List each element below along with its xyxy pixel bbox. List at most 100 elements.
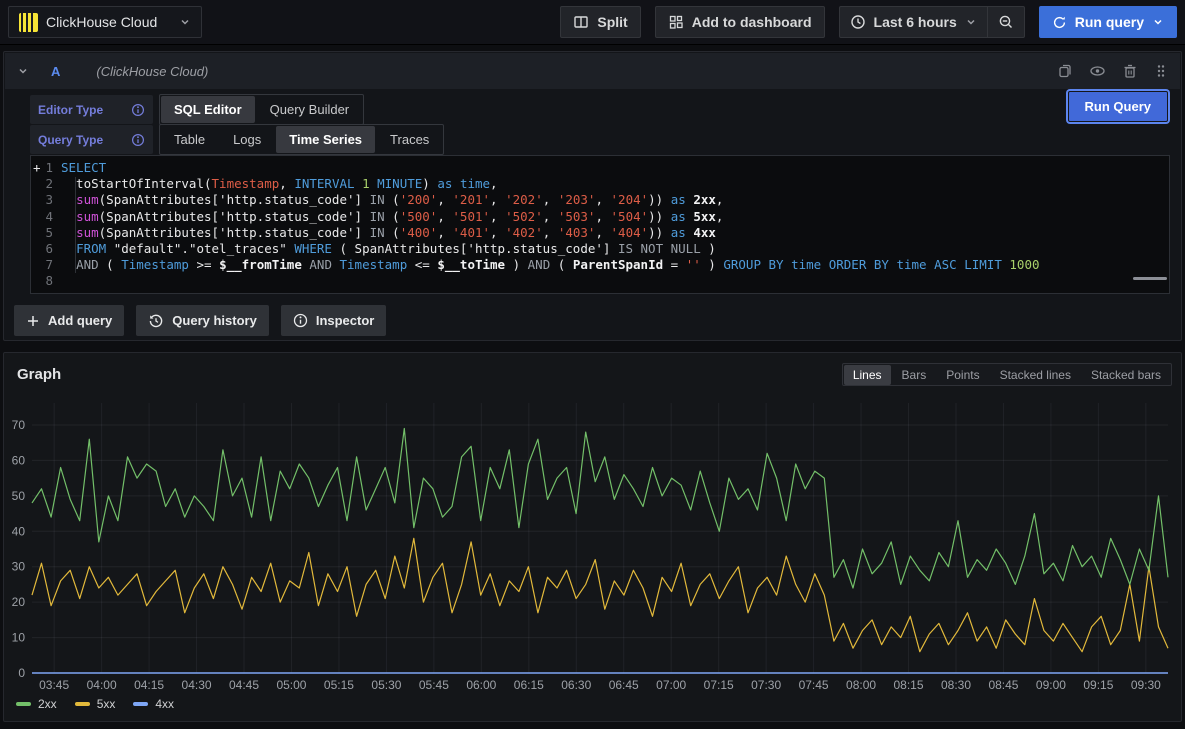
query-history-label: Query history bbox=[172, 313, 257, 328]
line-number: 2 bbox=[31, 176, 61, 192]
query-row-header[interactable]: A (ClickHouse Cloud) bbox=[5, 53, 1180, 89]
legend-item-5xx[interactable]: 5xx bbox=[75, 697, 116, 711]
chart-legend: 2xx 5xx 4xx bbox=[16, 697, 174, 711]
split-label: Split bbox=[597, 14, 627, 30]
sql-code-line[interactable]: 3 sum(SpanAttributes['http.status_code']… bbox=[31, 192, 1169, 208]
query-editor-panel: A (ClickHouse Cloud) Editor Type SQL Edi… bbox=[3, 51, 1182, 341]
tab-traces[interactable]: Traces bbox=[377, 126, 442, 153]
legend-item-4xx[interactable]: 4xx bbox=[133, 697, 174, 711]
sql-code-text: FROM "default"."otel_traces" WHERE ( Spa… bbox=[61, 241, 1169, 257]
info-icon[interactable] bbox=[131, 103, 145, 117]
x-axis-tick-label: 09:00 bbox=[1036, 678, 1066, 692]
series-line-2xx[interactable] bbox=[32, 429, 1168, 589]
sql-code-text: toStartOfInterval(Timestamp, INTERVAL 1 … bbox=[61, 176, 1169, 192]
x-axis-tick-label: 05:45 bbox=[419, 678, 449, 692]
horizontal-scrollbar[interactable] bbox=[1133, 277, 1167, 280]
legend-color-pill bbox=[16, 702, 31, 706]
inspector-button[interactable]: Inspector bbox=[281, 305, 387, 336]
hide-response-eye-icon[interactable] bbox=[1089, 63, 1106, 79]
plus-icon bbox=[26, 314, 40, 328]
query-type-label: Query Type bbox=[38, 133, 131, 147]
sql-code-text: sum(SpanAttributes['http.status_code'] I… bbox=[61, 225, 1169, 241]
editor-type-segmented: SQL Editor Query Builder bbox=[159, 94, 364, 125]
x-axis-tick-label: 07:30 bbox=[751, 678, 781, 692]
y-axis-tick-label: 70 bbox=[12, 418, 25, 432]
editor-type-label: Editor Type bbox=[38, 103, 131, 117]
x-axis-tick-label: 07:45 bbox=[799, 678, 829, 692]
line-number: 4 bbox=[31, 209, 61, 225]
query-history-button[interactable]: Query history bbox=[136, 305, 269, 336]
history-icon bbox=[148, 313, 164, 329]
tab-logs[interactable]: Logs bbox=[220, 126, 274, 153]
sql-code-line[interactable]: 6 FROM "default"."otel_traces" WHERE ( S… bbox=[31, 241, 1169, 257]
inspector-label: Inspector bbox=[316, 313, 375, 328]
series-line-5xx[interactable] bbox=[32, 538, 1168, 651]
sql-code-line[interactable]: 7 AND ( Timestamp >= $__fromTime AND Tim… bbox=[31, 257, 1169, 273]
datasource-picker[interactable]: ClickHouse Cloud bbox=[8, 6, 202, 38]
viz-option-points[interactable]: Points bbox=[937, 365, 988, 385]
x-axis-tick-label: 07:15 bbox=[704, 678, 734, 692]
run-query-panel-button[interactable]: Run Query bbox=[1068, 91, 1168, 122]
legend-color-pill bbox=[75, 702, 90, 706]
drag-handle-grip-icon[interactable] bbox=[1154, 63, 1168, 79]
sql-code-line[interactable]: 4 sum(SpanAttributes['http.status_code']… bbox=[31, 209, 1169, 225]
expand-plus-icon[interactable]: + bbox=[33, 160, 41, 176]
add-to-dashboard-label: Add to dashboard bbox=[692, 14, 812, 30]
viz-option-lines[interactable]: Lines bbox=[844, 365, 891, 385]
zoom-out-button[interactable] bbox=[988, 7, 1024, 37]
viz-option-stacked-lines[interactable]: Stacked lines bbox=[991, 365, 1080, 385]
info-icon[interactable] bbox=[131, 133, 145, 147]
query-footer-buttons: Add query Query history Inspector bbox=[14, 305, 386, 336]
sql-code-text: AND ( Timestamp >= $__fromTime AND Times… bbox=[61, 257, 1169, 273]
duplicate-query-icon[interactable] bbox=[1057, 63, 1073, 79]
tab-table[interactable]: Table bbox=[161, 126, 218, 153]
graph-panel-title: Graph bbox=[17, 366, 61, 383]
sql-code-line[interactable]: 8 bbox=[31, 273, 1169, 289]
add-query-button[interactable]: Add query bbox=[14, 305, 124, 336]
query-actions bbox=[1057, 63, 1168, 79]
add-to-dashboard-button[interactable]: Add to dashboard bbox=[655, 6, 825, 38]
x-axis-tick-label: 06:15 bbox=[514, 678, 544, 692]
x-axis-tick-label: 06:30 bbox=[561, 678, 591, 692]
visualization-picker: Lines Bars Points Stacked lines Stacked … bbox=[842, 363, 1172, 386]
x-axis-tick-label: 09:30 bbox=[1131, 678, 1161, 692]
tab-query-builder[interactable]: Query Builder bbox=[257, 96, 362, 123]
collapse-chevron-icon[interactable] bbox=[17, 65, 29, 77]
line-number: 7 bbox=[31, 257, 61, 273]
query-datasource-hint: (ClickHouse Cloud) bbox=[96, 64, 208, 79]
x-axis-tick-label: 08:15 bbox=[894, 678, 924, 692]
x-axis-tick-label: 03:45 bbox=[39, 678, 69, 692]
x-axis-tick-label: 04:45 bbox=[229, 678, 259, 692]
editor-type-row: Editor Type SQL Editor Query Builder bbox=[30, 94, 364, 125]
sql-code-text: sum(SpanAttributes['http.status_code'] I… bbox=[61, 192, 1169, 208]
add-query-label: Add query bbox=[48, 313, 112, 328]
viz-option-stacked-bars[interactable]: Stacked bars bbox=[1082, 365, 1170, 385]
sql-code-line[interactable]: 2 toStartOfInterval(Timestamp, INTERVAL … bbox=[31, 176, 1169, 192]
split-button[interactable]: Split bbox=[560, 6, 640, 38]
indent-guide bbox=[75, 177, 76, 273]
viz-option-bars[interactable]: Bars bbox=[893, 365, 936, 385]
editor-type-label-cell: Editor Type bbox=[30, 95, 153, 124]
x-axis-tick-label: 09:15 bbox=[1083, 678, 1113, 692]
legend-color-pill bbox=[133, 702, 148, 706]
tab-time-series[interactable]: Time Series bbox=[276, 126, 375, 153]
delete-query-trash-icon[interactable] bbox=[1122, 63, 1138, 79]
x-axis-tick-label: 08:45 bbox=[988, 678, 1018, 692]
sql-code-text: SELECT bbox=[61, 160, 1169, 176]
time-range-label: Last 6 hours bbox=[874, 14, 957, 30]
sql-code-line[interactable]: 1+SELECT bbox=[31, 160, 1169, 176]
sql-code-line[interactable]: 5 sum(SpanAttributes['http.status_code']… bbox=[31, 225, 1169, 241]
query-type-row: Query Type Table Logs Time Series Traces bbox=[30, 124, 444, 155]
y-axis-tick-label: 20 bbox=[12, 595, 25, 609]
run-query-toolbar-button[interactable]: Run query bbox=[1039, 6, 1177, 38]
dashboard-grid-icon bbox=[668, 14, 684, 30]
legend-item-2xx[interactable]: 2xx bbox=[16, 697, 57, 711]
y-axis-tick-label: 10 bbox=[12, 631, 25, 645]
sql-code-editor[interactable]: 1+SELECT2 toStartOfInterval(Timestamp, I… bbox=[30, 155, 1170, 294]
line-number: 1+ bbox=[31, 160, 61, 176]
sql-code-text bbox=[61, 273, 1169, 289]
legend-label: 4xx bbox=[155, 697, 174, 711]
tab-sql-editor[interactable]: SQL Editor bbox=[161, 96, 255, 123]
time-series-chart[interactable]: 01020304050607003:4504:0004:1504:3004:45… bbox=[12, 395, 1178, 693]
time-range-picker[interactable]: Last 6 hours bbox=[840, 7, 987, 37]
